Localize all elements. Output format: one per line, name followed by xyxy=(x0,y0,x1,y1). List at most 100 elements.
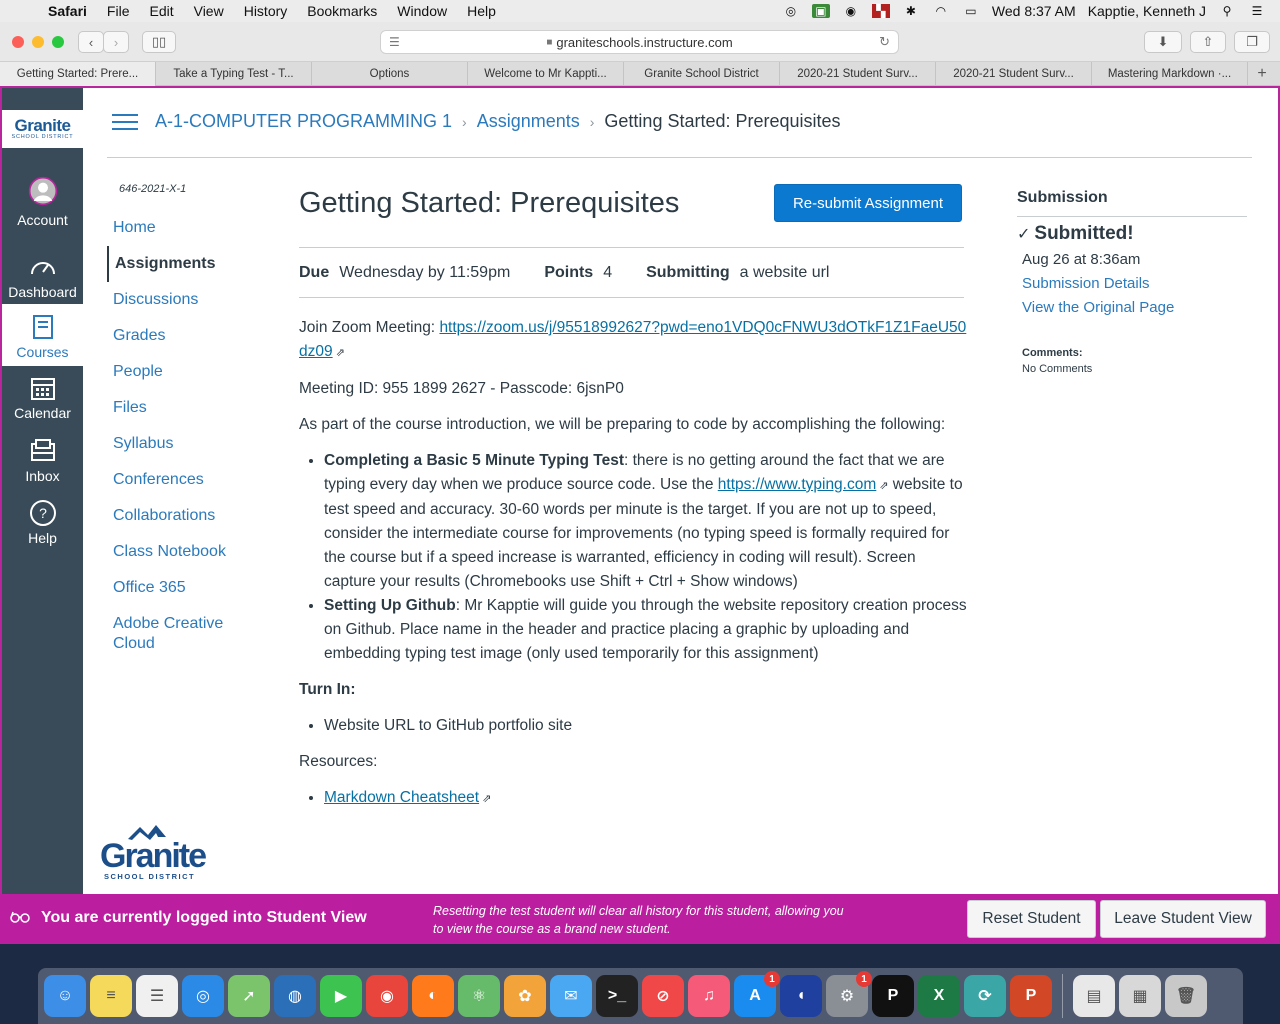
evernote-status-icon[interactable]: ▣ xyxy=(811,4,830,18)
tab-typing-test[interactable]: Take a Typing Test - T... xyxy=(156,62,312,86)
tab-student-survey-2[interactable]: 2020-21 Student Surv... xyxy=(936,62,1092,86)
new-tab-button[interactable]: + xyxy=(1248,62,1276,85)
nav-inbox[interactable]: Inbox xyxy=(2,436,83,484)
course-nav-conferences[interactable]: Conferences xyxy=(107,462,257,498)
system-preferences-icon[interactable]: ⚙ 1 xyxy=(826,971,872,1017)
audacity-icon[interactable]: ◖ xyxy=(780,975,822,1017)
course-nav-syllabus[interactable]: Syllabus xyxy=(107,426,257,462)
menu-edit[interactable]: Edit xyxy=(139,3,183,19)
window-close-button[interactable] xyxy=(12,36,24,48)
spotlight-search-icon[interactable]: ⚲ xyxy=(1218,4,1236,18)
back-button[interactable]: ‹ xyxy=(78,31,104,53)
submission-details-link[interactable]: Submission Details xyxy=(1022,275,1150,292)
finder-icon[interactable]: ☺ xyxy=(44,975,86,1017)
menu-app-safari[interactable]: Safari xyxy=(38,3,97,19)
creative-cloud-status-icon[interactable]: ◎ xyxy=(782,4,800,18)
external-link-icon: ⇗ xyxy=(482,793,492,805)
airplay-status-icon[interactable]: ▭ xyxy=(962,4,980,18)
resubmit-assignment-button[interactable]: Re-submit Assignment xyxy=(774,184,962,222)
course-nav-discussions[interactable]: Discussions xyxy=(107,282,257,318)
wifi-status-icon[interactable]: ◠ xyxy=(932,4,950,18)
photos-icon[interactable]: ✿ xyxy=(504,975,546,1017)
nav-help[interactable]: ? Help xyxy=(2,498,83,546)
facetime-icon[interactable]: ▶ xyxy=(320,975,362,1017)
maps-icon[interactable]: ➚ xyxy=(228,975,270,1017)
powerpoint-icon[interactable]: P xyxy=(1010,975,1052,1017)
tab-granite-school-district[interactable]: Granite School District xyxy=(624,62,780,86)
trash-icon[interactable]: 🗑 xyxy=(1165,975,1207,1017)
nav-dashboard[interactable]: Dashboard xyxy=(2,252,83,300)
sidebar-toggle-button[interactable]: ▯▯ xyxy=(142,31,176,53)
course-menu-toggle-icon[interactable] xyxy=(112,114,138,132)
course-nav-adobe-creative-cloud[interactable]: Adobe Creative Cloud xyxy=(107,606,237,662)
address-bar[interactable]: ☰ ■ graniteschools.instructure.com ↻ xyxy=(380,30,899,54)
sync-icon[interactable]: ⟳ xyxy=(964,975,1006,1017)
window-minimize-button[interactable] xyxy=(32,36,44,48)
menu-view[interactable]: View xyxy=(184,3,234,19)
leave-student-view-button[interactable]: Leave Student View xyxy=(1100,900,1266,938)
processing-icon[interactable]: P xyxy=(872,975,914,1017)
sync-status-icon[interactable]: ◉ xyxy=(842,4,860,18)
menubar-clock[interactable]: Wed 8:37 AM xyxy=(992,3,1076,19)
show-tabs-button[interactable]: ❐ xyxy=(1234,31,1270,53)
breadcrumb-course-link[interactable]: A-1-COMPUTER PROGRAMMING 1 xyxy=(155,111,452,132)
granite-logo[interactable]: Granite SCHOOL DISTRICT xyxy=(2,110,83,148)
firefox-icon[interactable]: ◐ xyxy=(412,975,454,1017)
music-icon[interactable]: ♫ xyxy=(688,975,730,1017)
course-nav-class-notebook[interactable]: Class Notebook xyxy=(107,534,257,570)
nav-courses[interactable]: Courses xyxy=(2,304,83,366)
breadcrumb-current: Getting Started: Prerequisites xyxy=(604,111,841,131)
flashcard-status-icon[interactable]: ▚ xyxy=(871,4,890,18)
tab-getting-started[interactable]: Getting Started: Prere... xyxy=(0,62,156,86)
nav-calendar[interactable]: Calendar xyxy=(2,373,83,421)
menubar-user[interactable]: Kapptie, Kenneth J xyxy=(1088,3,1206,19)
menu-file[interactable]: File xyxy=(97,3,140,19)
tab-welcome[interactable]: Welcome to Mr Kappti... xyxy=(468,62,624,86)
network-icon[interactable]: ◍ xyxy=(274,975,316,1017)
menu-bookmarks[interactable]: Bookmarks xyxy=(297,3,387,19)
xls-file-icon[interactable]: ▤ xyxy=(1073,975,1115,1017)
typing-link[interactable]: https://www.typing.com xyxy=(718,476,877,493)
bluetooth-status-icon[interactable]: ✱ xyxy=(902,4,920,18)
tab-options[interactable]: Options xyxy=(312,62,468,86)
reader-view-icon[interactable]: ☰ xyxy=(389,35,400,49)
course-nav-collaborations[interactable]: Collaborations xyxy=(107,498,257,534)
tab-student-survey-1[interactable]: 2020-21 Student Surv... xyxy=(780,62,936,86)
markdown-cheatsheet-link[interactable]: Markdown Cheatsheet xyxy=(324,789,479,806)
spreadsheet-file-icon[interactable]: ▦ xyxy=(1119,975,1161,1017)
breadcrumb-assignments-link[interactable]: Assignments xyxy=(477,111,580,132)
news-icon[interactable]: ⊘ xyxy=(642,975,684,1017)
atom-icon[interactable]: ⚛ xyxy=(458,975,500,1017)
menu-window[interactable]: Window xyxy=(387,3,457,19)
notification-center-icon[interactable]: ☰ xyxy=(1248,4,1266,18)
excel-icon[interactable]: X xyxy=(918,975,960,1017)
reset-student-button[interactable]: Reset Student xyxy=(967,900,1096,938)
student-view-message: You are currently logged into Student Vi… xyxy=(41,909,367,926)
course-nav-files[interactable]: Files xyxy=(107,390,257,426)
course-nav-grades[interactable]: Grades xyxy=(107,318,257,354)
reload-icon[interactable]: ↻ xyxy=(879,34,890,50)
forward-button[interactable]: › xyxy=(103,31,129,53)
safari-icon[interactable]: ◎ xyxy=(182,975,224,1017)
nav-inbox-label: Inbox xyxy=(25,468,60,484)
course-nav-people[interactable]: People xyxy=(107,354,257,390)
reminders-icon[interactable]: ☰ xyxy=(136,975,178,1017)
chrome-icon[interactable]: ◉ xyxy=(366,975,408,1017)
tab-bar: Getting Started: Prere... Take a Typing … xyxy=(0,62,1280,86)
course-nav-assignments[interactable]: Assignments xyxy=(107,246,257,282)
menu-history[interactable]: History xyxy=(234,3,298,19)
course-nav-office-365[interactable]: Office 365 xyxy=(107,570,257,606)
notes-icon[interactable]: ≡ xyxy=(90,975,132,1017)
messages-icon[interactable]: ✉ xyxy=(550,975,592,1017)
course-nav-home[interactable]: Home xyxy=(107,210,257,246)
window-zoom-button[interactable] xyxy=(52,36,64,48)
terminal-icon[interactable]: >_ xyxy=(596,975,638,1017)
nav-account[interactable]: Account xyxy=(2,176,83,228)
downloads-button[interactable]: ⬇ xyxy=(1144,31,1182,53)
share-button[interactable]: ⇧ xyxy=(1190,31,1226,53)
tab-mastering-markdown[interactable]: Mastering Markdown ·... xyxy=(1092,62,1248,86)
view-original-page-link[interactable]: View the Original Page xyxy=(1022,299,1174,316)
menu-help[interactable]: Help xyxy=(457,3,506,19)
due-value: Wednesday by 11:59pm xyxy=(339,263,511,281)
appstore-icon[interactable]: A1 xyxy=(734,971,780,1017)
